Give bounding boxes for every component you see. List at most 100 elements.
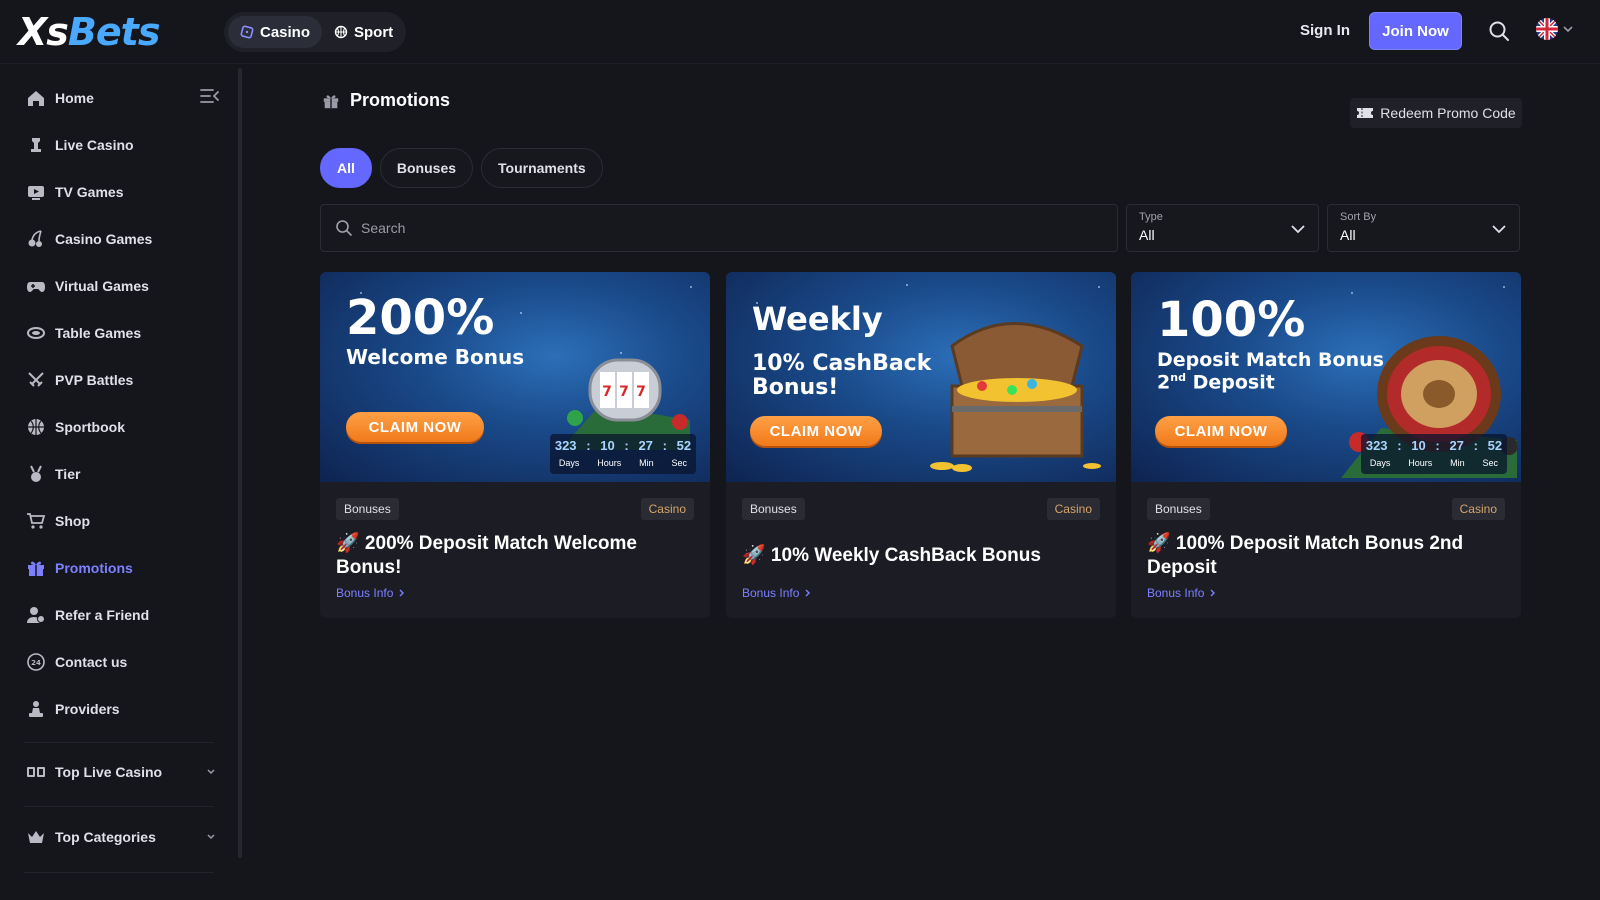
timer-hours: 10 [1411,438,1426,453]
svg-text:7: 7 [636,384,646,400]
sidebar-section-top-categories[interactable]: Top Categories [26,825,216,849]
sort-by-select-label: Sort By [1340,211,1377,223]
sidebar-item-sportbook[interactable]: Sportbook [26,415,125,439]
sort-by-select[interactable]: Sort By All [1327,204,1520,252]
sidebar-divider [24,872,214,873]
sidebar-item-shop[interactable]: Shop [26,509,90,533]
chess-piece-icon [31,138,41,152]
chevron-down-icon [1563,26,1573,33]
promo-banner[interactable]: 100% Deposit Match Bonus 2nd Deposit CLA… [1131,272,1521,482]
sidebar-item-tv-games[interactable]: TV Games [26,180,123,204]
bonus-info-link[interactable]: Bonus Info [336,586,405,600]
sidebar-item-live-casino[interactable]: Live Casino [26,133,134,157]
top-header: XsBets Casino Sport Sign In Join Now [0,0,1600,64]
join-now-button[interactable]: Join Now [1369,12,1462,50]
promo-card-body: Bonuses Casino 🚀 10% Weekly CashBack Bon… [726,482,1116,618]
bonus-info-link[interactable]: Bonus Info [742,586,811,600]
timer-unit-sec: Sec [1482,458,1499,468]
sign-in-link[interactable]: Sign In [1300,22,1350,39]
svg-text:7: 7 [602,384,612,400]
timer-days: 323 [1365,438,1388,453]
sidebar-item-casino-games[interactable]: Casino Games [26,227,152,251]
promo-card[interactable]: 200% Welcome Bonus CLAIM NOW 7 7 7 323: … [320,272,710,618]
promo-card[interactable]: 100% Deposit Match Bonus 2nd Deposit CLA… [1131,272,1521,618]
sidebar-item-refer-a-friend[interactable]: Refer a Friend [26,603,149,627]
support-24-icon: 24 [27,653,45,671]
redeem-promo-code-button[interactable]: Redeem Promo Code [1350,98,1522,128]
svg-text:24: 24 [31,659,41,667]
timer-separator: : [624,438,629,453]
timer-separator: : [1397,438,1402,453]
tab-bonuses[interactable]: Bonuses [379,148,474,188]
sidebar-item-promotions[interactable]: Promotions [26,556,133,580]
timer-unit-hours: Hours [597,458,622,468]
claim-now-button[interactable]: CLAIM NOW [1155,416,1287,446]
type-select[interactable]: Type All [1126,204,1319,252]
sidebar-item-contact-us[interactable]: 24 Contact us [26,650,127,674]
banner-star [1351,292,1353,294]
sidebar-item-table-games[interactable]: Table Games [26,321,141,345]
timer-separator: : [1435,438,1440,453]
timer-min: 27 [638,438,653,453]
promo-title: 🚀 200% Deposit Match Welcome Bonus! [336,533,638,578]
promo-card[interactable]: Weekly 10% CashBack Bonus! CLAIM NOW Bon… [726,272,1116,618]
claim-now-button[interactable]: CLAIM NOW [750,416,882,446]
sidebar-item-home[interactable]: Home [26,86,94,110]
timer-unit-min: Min [1450,458,1465,468]
casino-mode-button[interactable]: Casino [228,16,323,48]
promo-title: 🚀 100% Deposit Match Bonus 2nd Deposit [1147,533,1464,578]
timer-separator: : [586,438,591,453]
sidebar-item-providers[interactable]: Providers [26,697,120,721]
timer-days: 323 [554,438,577,453]
type-select-label: Type [1139,211,1163,223]
promo-card-body: Bonuses Casino 🚀 200% Deposit Match Welc… [320,482,710,618]
promo-card-body: Bonuses Casino 🚀 100% Deposit Match Bonu… [1131,482,1521,618]
sidebar-divider [24,806,214,807]
banner-headline: 100% [1157,292,1306,348]
sidebar-item-tier[interactable]: Tier [26,462,80,486]
search-field [320,204,1118,252]
basketball-icon [28,419,44,435]
cart-icon [27,513,46,529]
claim-now-button[interactable]: CLAIM NOW [346,412,484,442]
tab-tournaments[interactable]: Tournaments [481,148,603,188]
promo-title: 🚀 10% Weekly CashBack Bonus [742,545,1041,566]
sidebar-item-pvp-battles[interactable]: PVP Battles [26,368,133,392]
treasure-chest-icon [930,322,1101,472]
sort-by-select-value: All [1340,227,1356,243]
timer-unit-min: Min [639,458,654,468]
swords-icon [28,372,44,387]
home-icon [28,91,44,106]
category-badge: Bonuses [742,498,805,520]
tv-play-icon [28,186,44,200]
sidebar-scrollbar[interactable] [238,68,242,858]
timer-separator: : [1473,438,1478,453]
timer-separator: : [662,438,667,453]
chevron-right-icon [805,589,811,597]
timer-unit-days: Days [558,458,580,468]
timer-sec: 52 [1487,438,1503,453]
xsbets-logo[interactable]: XsBets [18,10,160,54]
language-selector[interactable] [1536,18,1574,40]
category-badge: Bonuses [1147,498,1210,520]
promo-banner[interactable]: 200% Welcome Bonus CLAIM NOW 7 7 7 323: … [320,272,710,482]
collapse-sidebar-icon[interactable] [200,88,220,109]
cards-icon [27,767,45,777]
sport-mode-button[interactable]: Sport [322,16,405,48]
page-title: Promotions [322,90,450,111]
banner-star [520,312,522,314]
chevron-down-icon [1492,225,1506,234]
gift-icon [323,94,339,108]
casino-tag: Casino [1046,498,1100,520]
tab-all[interactable]: All [320,148,372,188]
search-icon [336,220,352,236]
sidebar-section-top-live-casino[interactable]: Top Live Casino [26,760,216,784]
sidebar-item-virtual-games[interactable]: Virtual Games [26,274,149,298]
chevron-down-icon [1291,225,1305,234]
search-icon[interactable] [1488,20,1510,47]
promo-banner[interactable]: Weekly 10% CashBack Bonus! CLAIM NOW [726,272,1116,482]
countdown-timer: 323: 10: 27: 52 Days Hours Min Sec [550,434,696,474]
search-input[interactable] [361,220,1061,236]
pawn-icon [29,701,43,717]
bonus-info-link[interactable]: Bonus Info [1147,586,1216,600]
